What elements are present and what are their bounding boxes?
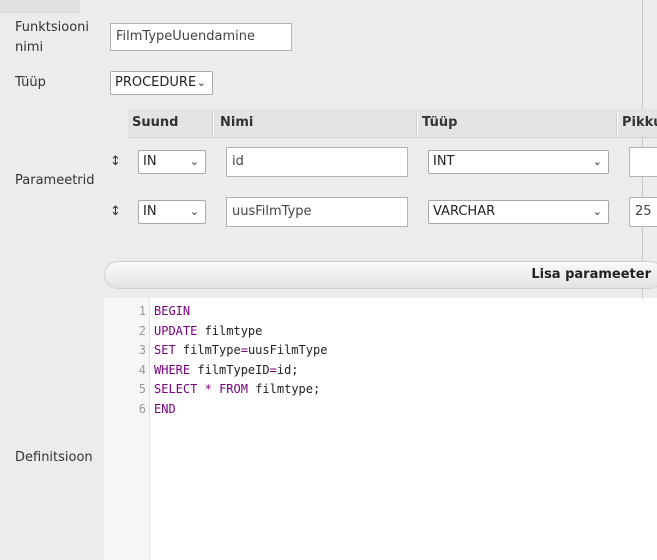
line-number: 1 bbox=[138, 304, 146, 318]
function-name-label-line2: nimi bbox=[15, 40, 44, 55]
code-operator: * bbox=[204, 382, 212, 397]
function-name-label-line1: Funktsiooni bbox=[15, 20, 90, 35]
param-direction-select[interactable]: IN ⌄ bbox=[138, 200, 206, 224]
line-number: 4 bbox=[138, 362, 146, 377]
param-name-input[interactable]: id bbox=[226, 147, 408, 177]
param-type-value: VARCHAR bbox=[433, 204, 496, 219]
updown-arrow-icon[interactable]: ↕ bbox=[110, 154, 121, 169]
code-keyword: WHERE bbox=[154, 362, 191, 377]
code-line[interactable]: SET filmType=uusFilmType bbox=[154, 341, 327, 361]
param-type-select[interactable]: VARCHAR ⌄ bbox=[428, 200, 609, 224]
chevron-down-icon: ⌄ bbox=[196, 76, 206, 89]
line-number: 3 bbox=[138, 343, 146, 358]
code-keyword: FROM bbox=[219, 382, 248, 397]
header-type: Tüüp bbox=[422, 115, 458, 130]
function-name-input[interactable]: FilmTypeUuendamine bbox=[110, 23, 292, 51]
param-length-input[interactable]: 25 bbox=[629, 197, 657, 227]
code-line[interactable]: WHERE filmTypeID=id; bbox=[154, 361, 299, 381]
code-line[interactable]: BEGIN bbox=[154, 302, 190, 322]
code-keyword: UPDATE bbox=[154, 323, 198, 338]
parameters-label: Parameetrid bbox=[15, 173, 95, 188]
definition-label: Definitsioon bbox=[15, 450, 93, 465]
type-select[interactable]: PROCEDURE ⌄ bbox=[110, 71, 213, 95]
code-keyword: END bbox=[154, 402, 176, 416]
param-length-input[interactable] bbox=[629, 147, 657, 177]
code-operator: = bbox=[269, 362, 277, 377]
code-line[interactable]: UPDATE filmtype bbox=[154, 322, 262, 342]
add-parameter-label: Lisa parameeter bbox=[531, 267, 651, 282]
chevron-down-icon: ⌄ bbox=[189, 205, 199, 218]
header-separator bbox=[416, 113, 418, 135]
chevron-down-icon: ⌄ bbox=[592, 205, 602, 218]
line-number: 5 bbox=[138, 382, 146, 397]
type-label: Tüüp bbox=[15, 75, 46, 90]
chevron-down-icon: ⌄ bbox=[189, 155, 199, 168]
code-keyword: SELECT bbox=[154, 382, 198, 397]
parameters-header: Suund Nimi Tüüp Pikku bbox=[128, 109, 657, 138]
header-separator bbox=[212, 113, 214, 135]
param-type-value: INT bbox=[433, 154, 455, 169]
function-name-label: Funktsiooni nimi bbox=[15, 18, 89, 58]
param-direction-value: IN bbox=[143, 204, 157, 219]
code-line[interactable]: SELECT * FROM filmtype; bbox=[154, 380, 320, 400]
chevron-down-icon: ⌄ bbox=[592, 155, 602, 168]
param-name-input[interactable]: uusFilmType bbox=[226, 197, 408, 227]
header-name: Nimi bbox=[220, 115, 254, 130]
code-keyword: BEGIN bbox=[154, 304, 191, 318]
param-direction-value: IN bbox=[143, 154, 157, 169]
param-type-select[interactable]: INT ⌄ bbox=[428, 150, 609, 174]
header-separator bbox=[616, 113, 618, 135]
code-line[interactable]: END bbox=[154, 400, 176, 420]
param-direction-select[interactable]: IN ⌄ bbox=[138, 150, 206, 174]
add-parameter-button[interactable]: Lisa parameeter bbox=[104, 261, 657, 289]
line-number: 6 bbox=[138, 402, 146, 416]
updown-arrow-icon[interactable]: ↕ bbox=[110, 204, 121, 219]
header-direction: Suund bbox=[132, 115, 179, 130]
code-keyword: SET bbox=[154, 343, 176, 358]
header-length: Pikku bbox=[622, 115, 657, 130]
type-select-value: PROCEDURE bbox=[115, 75, 197, 90]
code-operator: = bbox=[240, 343, 248, 358]
line-number: 2 bbox=[138, 323, 146, 338]
top-strip bbox=[0, 0, 80, 13]
